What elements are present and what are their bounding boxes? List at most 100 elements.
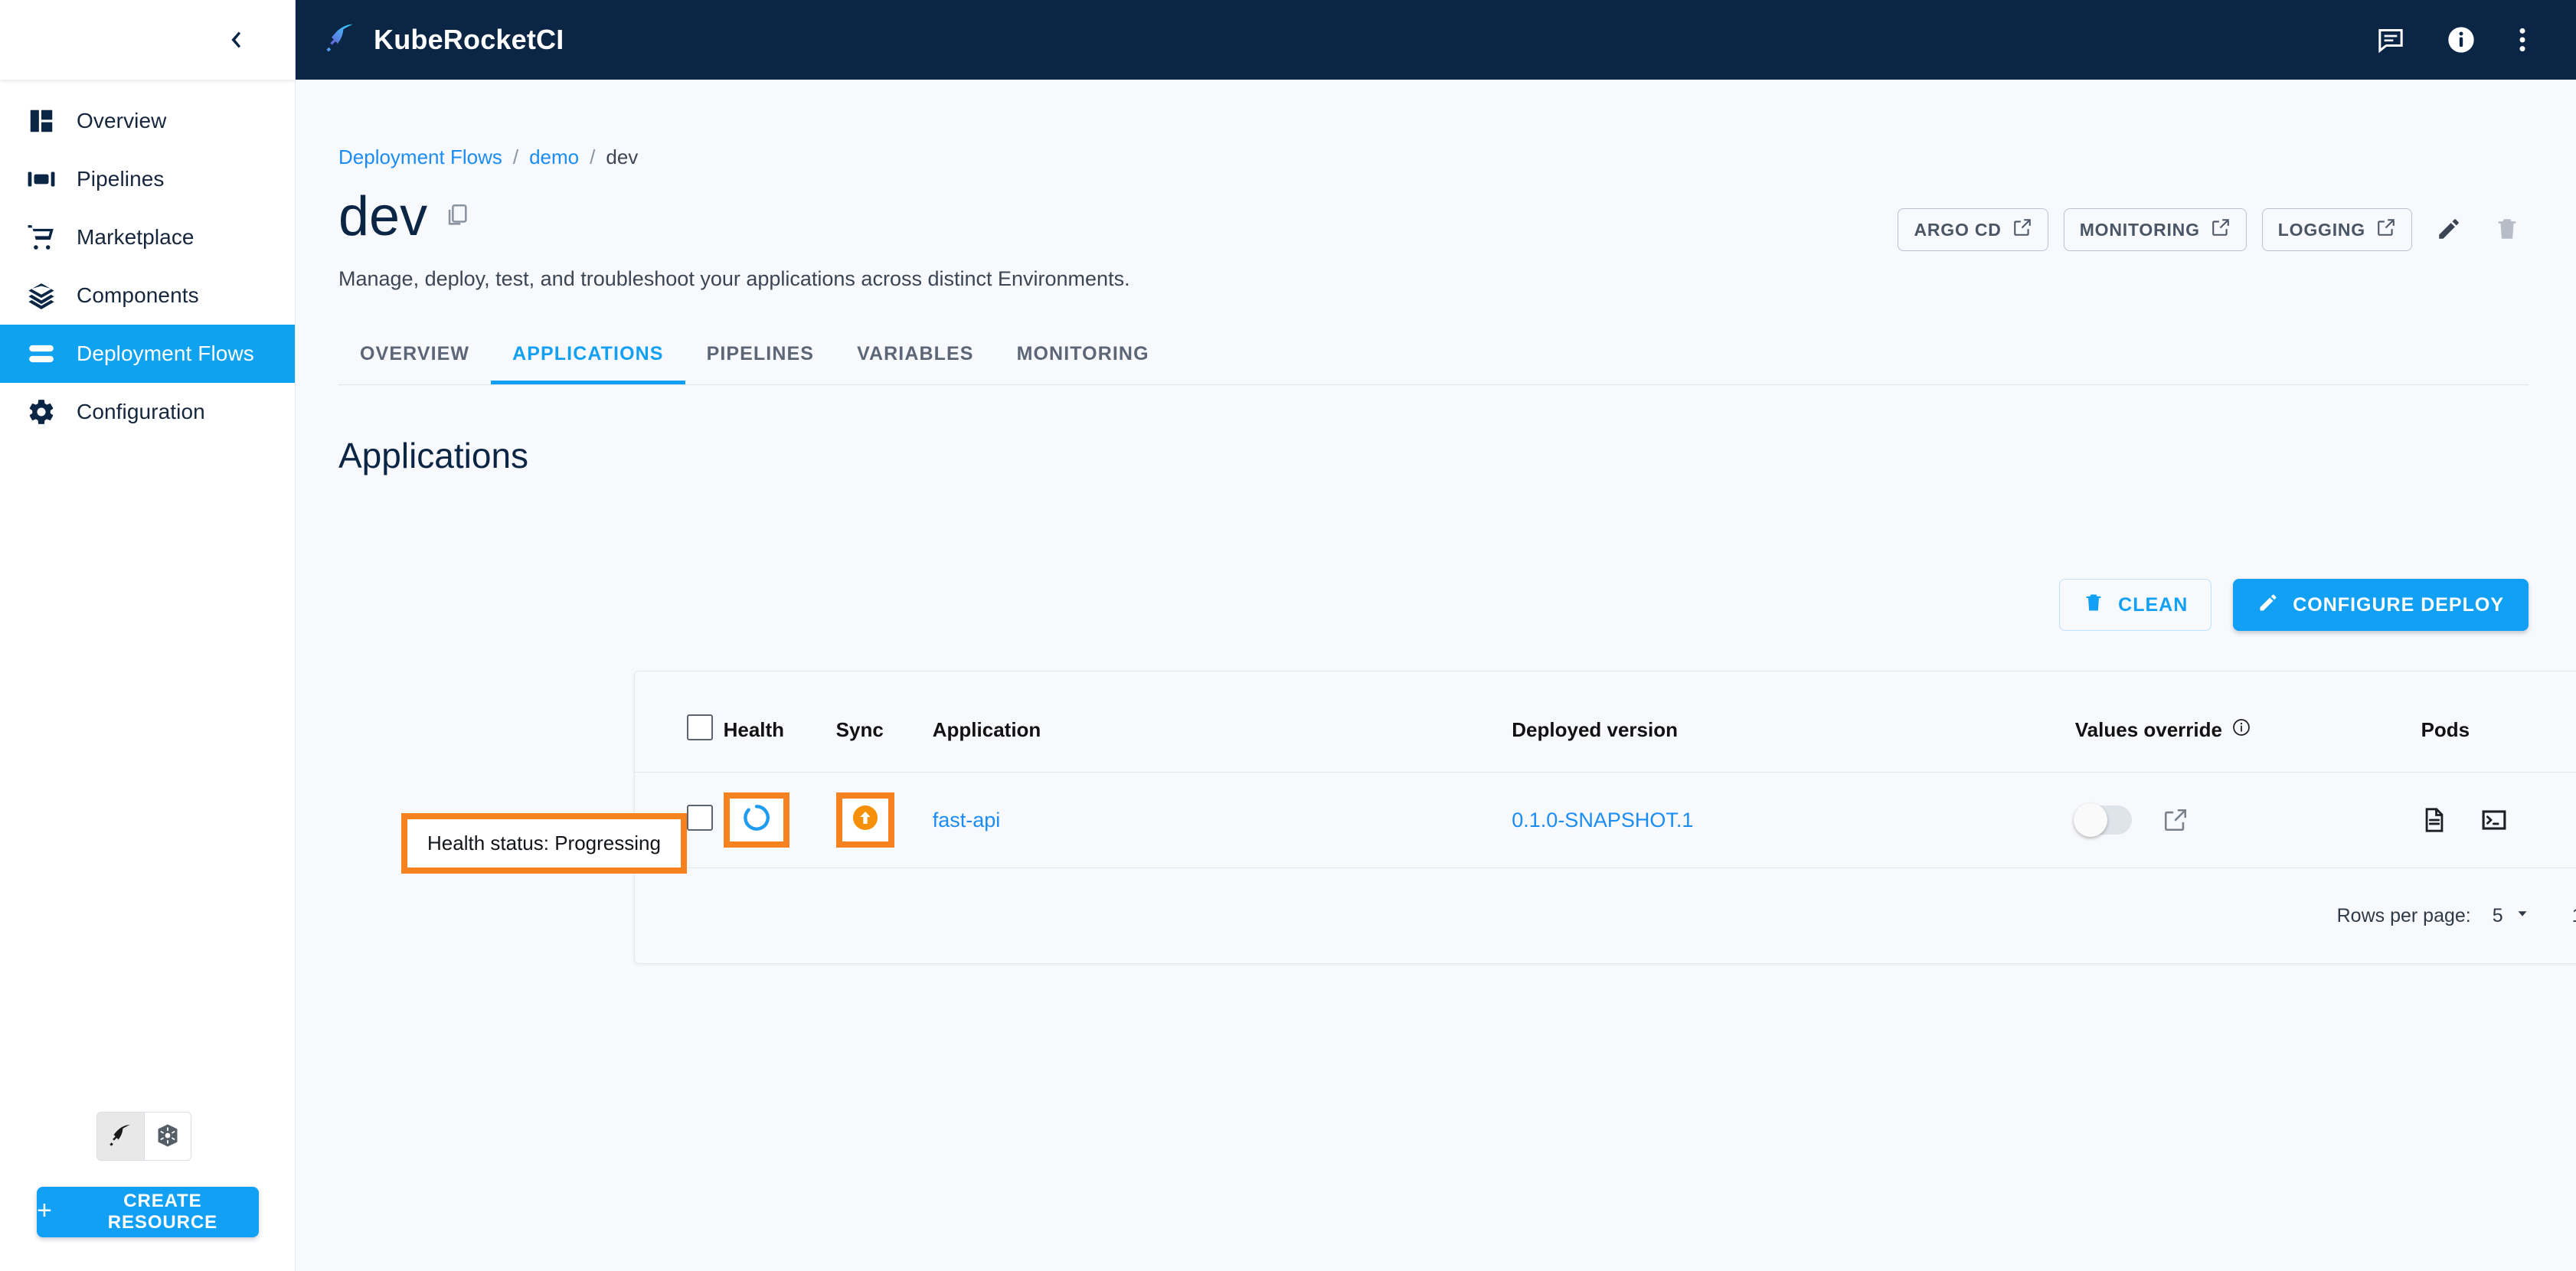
krci-mode-button[interactable] <box>97 1113 144 1160</box>
sync-cell <box>835 772 933 868</box>
values-override-cell <box>2073 772 2421 868</box>
progressing-spinner-icon <box>741 802 772 838</box>
rocket-feather-icon <box>107 1122 133 1151</box>
table-row: fast-api 0.1.0-SNAPSHOT.1 <box>635 772 2576 868</box>
health-status-tooltip: Health status: Progressing <box>401 813 687 874</box>
select-all-checkbox[interactable] <box>687 714 713 740</box>
sidebar-item-label: Overview <box>77 109 167 132</box>
breadcrumb-item-dev: dev <box>606 145 639 168</box>
breadcrumb-item-deployment-flows[interactable]: Deployment Flows <box>338 145 502 169</box>
sidebar-item-components[interactable]: Components <box>0 266 295 325</box>
pencil-icon <box>2257 592 2279 619</box>
rocket-feather-icon <box>323 21 357 59</box>
delete-button[interactable] <box>2486 208 2529 251</box>
sidebar-nav: Overview Pipelines Marketplace Component… <box>0 80 295 441</box>
rows-per-page-select[interactable]: 5 <box>2493 905 2531 927</box>
sidebar-item-deployment-flows[interactable]: Deployment Flows <box>0 325 295 383</box>
tabs-divider <box>338 384 2529 385</box>
external-link-icon <box>2376 217 2396 242</box>
rows-per-page-value: 5 <box>2492 904 2503 926</box>
column-pods: Pods <box>2421 671 2576 773</box>
kubernetes-helm-icon <box>155 1122 181 1151</box>
sidebar-item-pipelines[interactable]: Pipelines <box>0 150 295 208</box>
breadcrumb-separator: / <box>590 145 596 168</box>
trash-icon <box>2083 592 2104 619</box>
gear-icon <box>18 397 64 426</box>
pagination-range: 1–1 of 1 <box>2572 905 2576 927</box>
tab-variables[interactable]: VARIABLES <box>835 343 995 384</box>
applications-table: Health Sync Application Deployed version… <box>635 671 2576 868</box>
create-resource-label: CREATE RESOURCE <box>107 1191 217 1233</box>
info-icon[interactable] <box>2446 25 2476 55</box>
clean-button[interactable]: CLEAN <box>2059 579 2212 631</box>
tab-pipelines[interactable]: PIPELINES <box>685 343 836 384</box>
breadcrumb: Deployment Flows / demo / dev <box>296 80 2576 169</box>
health-cell <box>723 772 836 868</box>
main-content: Deployment Flows / demo / dev dev Manage… <box>296 80 2576 1271</box>
row-checkbox[interactable] <box>687 804 713 831</box>
top-bar-actions <box>2375 25 2576 55</box>
sidebar: Overview Pipelines Marketplace Component… <box>0 0 296 1271</box>
clean-label: CLEAN <box>2118 593 2189 616</box>
document-icon[interactable] <box>2421 807 2447 833</box>
more-vertical-icon[interactable] <box>2516 25 2529 55</box>
tab-applications[interactable]: APPLICATIONS <box>491 343 685 384</box>
sidebar-header <box>0 0 295 80</box>
deployment-flows-icon <box>18 339 64 368</box>
tab-monitoring[interactable]: MONITORING <box>995 343 1171 384</box>
kubernetes-mode-button[interactable] <box>143 1113 191 1160</box>
copy-icon[interactable] <box>444 202 470 231</box>
argo-cd-label: ARGO CD <box>1914 219 2002 240</box>
sidebar-item-label: Pipelines <box>77 167 165 191</box>
info-icon[interactable] <box>2231 717 2251 743</box>
tabs: OVERVIEW APPLICATIONS PIPELINES VARIABLE… <box>338 329 2576 384</box>
top-bar: KubeRocketCI <box>296 0 2576 80</box>
table-header-row: Health Sync Application Deployed version… <box>635 671 2576 773</box>
column-application: Application <box>932 671 1512 773</box>
sidebar-item-label: Deployment Flows <box>77 341 254 365</box>
sync-status-highlight[interactable] <box>835 792 894 848</box>
section-title: Applications <box>338 436 529 475</box>
configure-deploy-button[interactable]: CONFIGURE DEPLOY <box>2233 579 2529 631</box>
chevron-left-icon[interactable] <box>223 26 250 54</box>
external-link-icon[interactable] <box>2162 807 2189 833</box>
terminal-icon[interactable] <box>2481 807 2507 833</box>
pencil-icon <box>2436 216 2462 244</box>
monitoring-button[interactable]: MONITORING <box>2063 208 2247 251</box>
sidebar-item-overview[interactable]: Overview <box>0 92 295 150</box>
values-override-toggle[interactable] <box>2073 803 2132 837</box>
toggle-knob <box>2073 803 2107 837</box>
mode-toggle-group <box>96 1112 191 1161</box>
application-link[interactable]: fast-api <box>933 809 1001 832</box>
application-window: Overview Pipelines Marketplace Component… <box>0 0 2576 1271</box>
breadcrumb-item-demo[interactable]: demo <box>529 145 579 169</box>
chevron-down-icon <box>2514 905 2531 927</box>
sync-out-of-sync-icon <box>850 802 881 838</box>
tab-overview[interactable]: OVERVIEW <box>338 343 491 384</box>
brand-name: KubeRocketCI <box>374 24 564 55</box>
health-status-highlight[interactable] <box>723 792 789 848</box>
logging-button[interactable]: LOGGING <box>2261 208 2412 251</box>
edit-button[interactable] <box>2427 208 2470 251</box>
argo-cd-button[interactable]: ARGO CD <box>1898 208 2048 251</box>
sidebar-item-label: Components <box>77 283 199 307</box>
create-resource-button[interactable]: + CREATE RESOURCE <box>37 1187 259 1237</box>
application-cell: fast-api <box>932 772 1512 868</box>
column-select-all <box>635 671 724 773</box>
header-actions: ARGO CD MONITORING LOGGING <box>1898 208 2529 251</box>
brand[interactable]: KubeRocketCI <box>323 21 564 59</box>
column-deployed-version: Deployed version <box>1512 671 2075 773</box>
breadcrumb-separator: / <box>512 145 519 168</box>
pipelines-icon <box>18 165 64 194</box>
sidebar-item-marketplace[interactable]: Marketplace <box>0 208 295 266</box>
external-link-icon <box>2012 217 2032 242</box>
sidebar-item-configuration[interactable]: Configuration <box>0 383 295 441</box>
table-head: Health Sync Application Deployed version… <box>635 671 2576 773</box>
logging-label: LOGGING <box>2277 219 2365 240</box>
plus-icon: + <box>37 1196 53 1225</box>
external-link-icon <box>2211 217 2231 242</box>
deployed-version-link[interactable]: 0.1.0-SNAPSHOT.1 <box>1512 809 1693 832</box>
applications-table-card: Health Sync Application Deployed version… <box>634 671 2576 964</box>
chat-icon[interactable] <box>2375 25 2406 55</box>
pagination: Rows per page: 5 1–1 of 1 <box>635 868 2576 963</box>
